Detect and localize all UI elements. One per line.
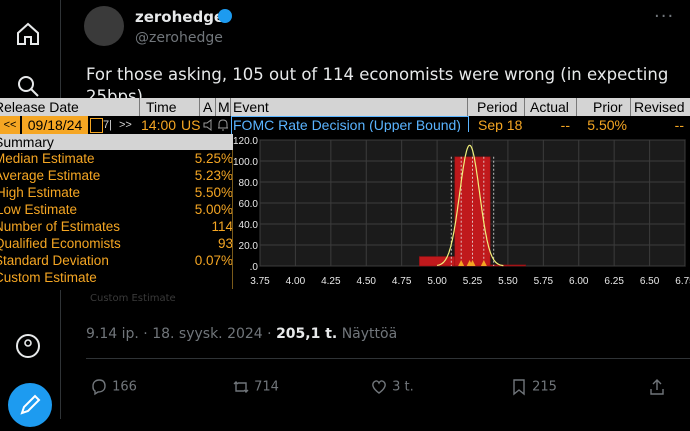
x-tick-label: 4.00 [286, 276, 306, 287]
reply-count: 166 [112, 379, 137, 395]
summary-value: 0.07% [194, 253, 233, 268]
header-revised: Revised [634, 99, 685, 115]
alert-speaker-icon[interactable] [202, 118, 215, 132]
y-tick-label: 100.0 [233, 157, 258, 168]
bookmark-button[interactable]: 215 [510, 378, 557, 396]
x-tick-label: 4.25 [321, 276, 341, 287]
compose-icon [20, 394, 41, 415]
header-m: M [218, 99, 230, 115]
prev-button[interactable]: << [0, 116, 20, 134]
repost-count: 714 [254, 379, 279, 395]
histogram-bar [419, 256, 456, 267]
profile-icon[interactable] [14, 332, 42, 360]
x-tick-label: 6.25 [604, 276, 624, 287]
summary-label: Low Estimate [0, 202, 78, 217]
summary-value: 5.00% [194, 202, 233, 217]
y-tick-label: 20.0 [239, 241, 259, 252]
estimates-histogram: 120.0 100.0 80.0 60.0 40.0 20.0 .0 3.75 4.00 4.25… [233, 132, 690, 290]
tweet-meta: 9.14 ip. · 18. syysk. 2024 · 205,1 t. Nä… [86, 326, 397, 342]
y-tick-label: 40.0 [239, 220, 259, 231]
header-release-date: Release Date [0, 99, 79, 115]
x-tick-label: 3.75 [250, 276, 270, 287]
column-header-row: Release Date Time A M Event Period Actua… [0, 98, 690, 116]
x-tick-label: 6.00 [569, 276, 589, 287]
like-count: 3 t. [392, 379, 414, 395]
divider [86, 358, 690, 359]
x-tick-label: 5.00 [427, 276, 447, 287]
bookmark-count: 215 [532, 379, 557, 395]
summary-value: 5.25% [194, 151, 233, 166]
alert-bell-icon[interactable] [216, 118, 230, 132]
tweet-timestamp[interactable]: 9.14 ip. · 18. syysk. 2024 · [86, 326, 272, 342]
x-tick-label: 5.50 [498, 276, 518, 287]
tweet-text-line-1: For those asking, 105 out of 114 economi… [86, 65, 669, 84]
x-tick-label: 4.50 [357, 276, 377, 287]
custom-estimate-footer: Custom Estimate [90, 293, 176, 304]
summary-title: Summary [0, 134, 233, 150]
bookmark-icon [513, 379, 525, 396]
next-button[interactable]: 7| [103, 116, 117, 134]
heart-icon [372, 380, 386, 394]
summary-table: Median Estimate 5.25% Average Estimate 5… [0, 150, 233, 289]
summary-value: 93 [217, 236, 233, 251]
views-count: 205,1 t. [276, 326, 338, 342]
x-tick-label: 6.75 [675, 276, 690, 287]
terminal-panel: Release Date Time A M Event Period Actua… [0, 98, 690, 290]
summary-label: Average Estimate [0, 168, 101, 183]
x-tick-label: 5.75 [534, 276, 554, 287]
header-period: Period [477, 99, 518, 115]
summary-value: 5.23% [194, 168, 233, 183]
date-input[interactable]: 09/18/24 [22, 116, 88, 134]
repost-icon [233, 381, 249, 393]
search-icon[interactable] [14, 72, 42, 100]
x-tick-label: 4.75 [392, 276, 412, 287]
share-icon [650, 379, 664, 395]
summary-label: Standard Deviation [0, 253, 109, 268]
reply-icon [92, 379, 106, 396]
event-country: US [181, 117, 201, 133]
y-tick-label: 60.0 [239, 199, 259, 210]
summary-value: 114 [211, 219, 233, 234]
home-icon[interactable] [14, 20, 42, 48]
header-actual: Actual [530, 99, 569, 115]
event-time: 14:00 [141, 117, 177, 133]
compose-button[interactable] [8, 383, 52, 427]
y-tick-label: .0 [250, 262, 259, 273]
author-handle[interactable]: @zerohedge [135, 30, 223, 46]
more-options-icon[interactable]: ··· [654, 6, 674, 27]
header-time: Time [146, 99, 177, 115]
repost-button[interactable]: 714 [232, 378, 279, 396]
summary-label: High Estimate [0, 185, 81, 200]
last-button[interactable]: >> [119, 116, 139, 134]
views-label: Näyttöä [341, 326, 398, 342]
y-tick-label: 80.0 [239, 178, 259, 189]
author-name[interactable]: zerohedge [135, 8, 224, 26]
summary-label: Qualified Economists [0, 236, 121, 251]
histogram-bar [489, 264, 526, 267]
y-tick-label: 120.0 [233, 136, 258, 147]
x-tick-label: 6.50 [640, 276, 660, 287]
x-tick-label: 5.25 [463, 276, 483, 287]
summary-label: Median Estimate [0, 151, 95, 166]
reply-button[interactable]: 166 [90, 378, 137, 396]
summary-label: Custom Estimate [0, 270, 97, 285]
verified-badge-icon [218, 9, 232, 23]
summary-value: 5.50% [194, 185, 233, 200]
like-button[interactable]: 3 t. [370, 378, 414, 396]
avatar[interactable] [84, 6, 124, 46]
header-prior: Prior [593, 99, 623, 115]
header-a: A [203, 99, 213, 115]
summary-label: Number of Estimates [0, 219, 121, 234]
calendar-icon[interactable] [90, 118, 103, 133]
header-event: Event [233, 99, 269, 115]
share-button[interactable] [648, 378, 666, 396]
